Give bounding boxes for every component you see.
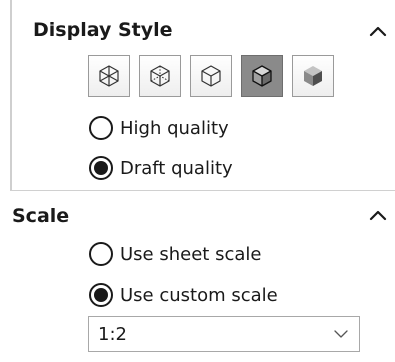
hidden-lines-removed-icon bbox=[201, 65, 221, 87]
high-quality-option[interactable]: High quality bbox=[89, 114, 229, 142]
shaded-icon bbox=[304, 66, 322, 86]
use-sheet-scale-option[interactable]: Use sheet scale bbox=[89, 240, 261, 268]
draft-quality-option[interactable]: Draft quality bbox=[89, 154, 233, 182]
wireframe-icon bbox=[99, 65, 119, 87]
high-quality-label: High quality bbox=[120, 117, 229, 139]
hidden-lines-visible-button[interactable] bbox=[139, 55, 181, 97]
chevron-up-icon bbox=[369, 210, 387, 221]
high-quality-radio[interactable] bbox=[89, 116, 113, 140]
scale-collapse-button[interactable] bbox=[367, 206, 389, 224]
scale-title: Scale bbox=[12, 205, 70, 227]
chevron-down-icon bbox=[333, 328, 349, 340]
hidden-lines-removed-button[interactable] bbox=[190, 55, 232, 97]
use-custom-scale-label: Use custom scale bbox=[120, 284, 278, 306]
draft-quality-label: Draft quality bbox=[120, 157, 233, 179]
panel-left-border bbox=[10, 0, 12, 190]
custom-scale-value: 1:2 bbox=[98, 324, 127, 345]
display-style-collapse-button[interactable] bbox=[367, 22, 389, 40]
display-style-title: Display Style bbox=[33, 19, 173, 41]
custom-scale-dropdown[interactable]: 1:2 bbox=[88, 316, 360, 352]
property-panel: Display Style High quality Draft quality… bbox=[0, 0, 395, 362]
section-divider bbox=[10, 190, 395, 191]
shaded-button[interactable] bbox=[292, 55, 334, 97]
use-sheet-scale-label: Use sheet scale bbox=[120, 243, 262, 265]
display-style-toolbar bbox=[88, 55, 343, 99]
use-sheet-scale-radio[interactable] bbox=[89, 242, 113, 266]
wireframe-button[interactable] bbox=[88, 55, 130, 97]
draft-quality-radio[interactable] bbox=[89, 156, 113, 180]
hidden-lines-visible-icon bbox=[150, 65, 170, 87]
use-custom-scale-option[interactable]: Use custom scale bbox=[89, 281, 278, 309]
shaded-with-edges-button[interactable] bbox=[241, 55, 283, 97]
chevron-up-icon bbox=[369, 26, 387, 37]
shaded-with-edges-icon bbox=[252, 65, 272, 87]
use-custom-scale-radio[interactable] bbox=[89, 283, 113, 307]
